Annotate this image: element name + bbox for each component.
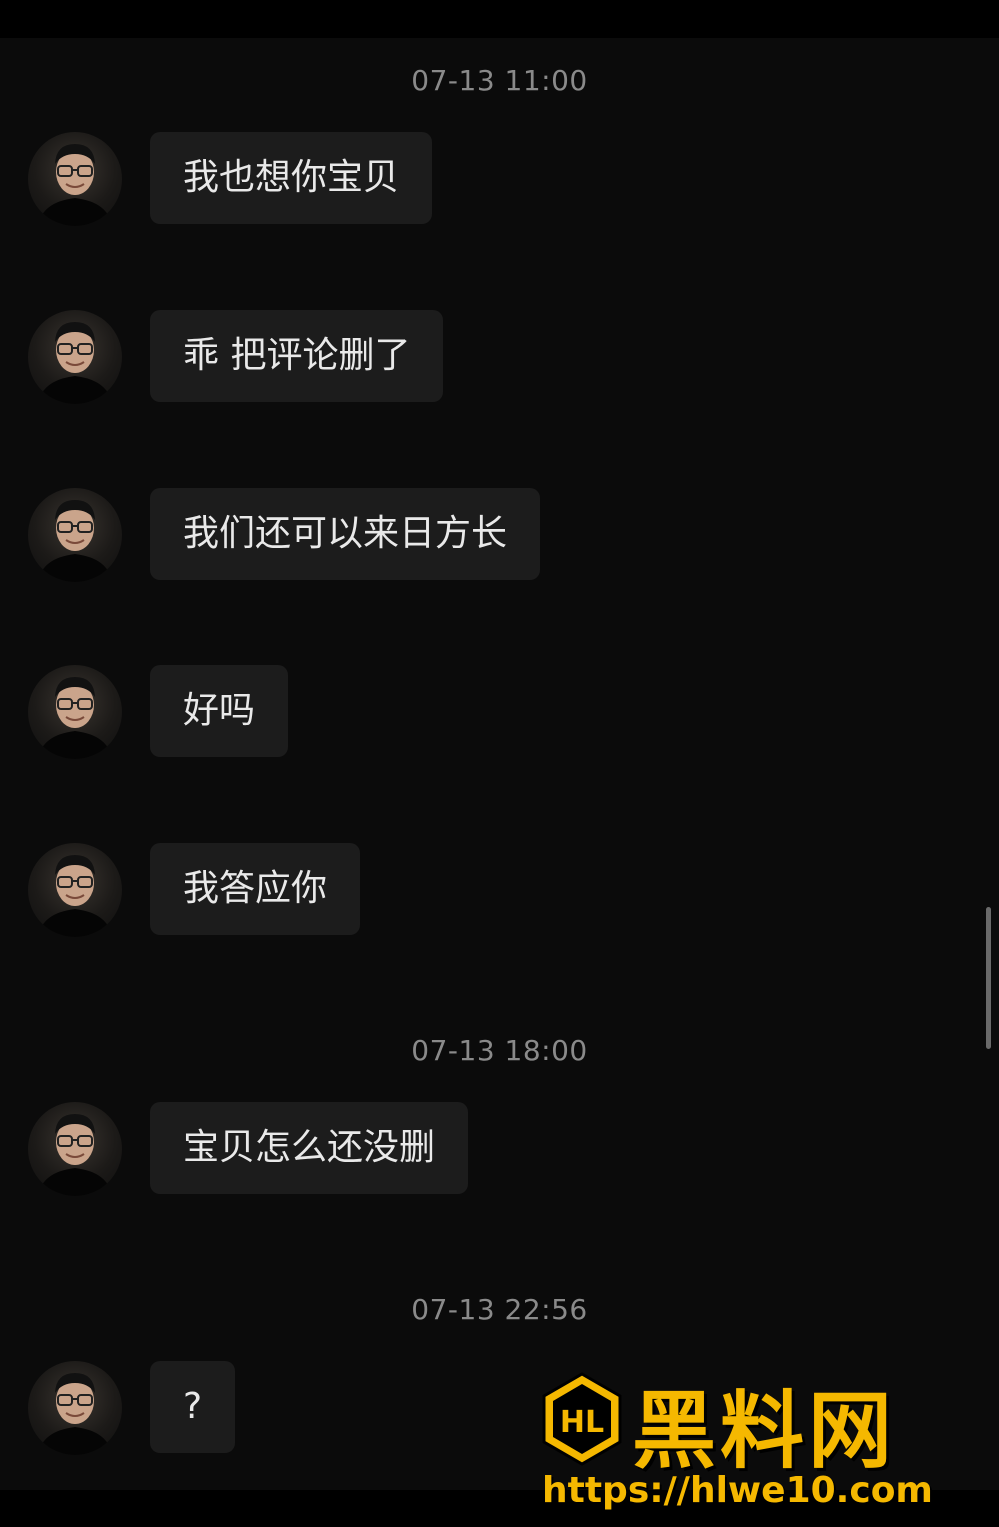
message-bubble[interactable]: 我也想你宝贝 [150, 132, 433, 224]
message-bubble[interactable]: 乖 把评论删了 [150, 310, 444, 402]
avatar-portrait-icon [38, 1373, 112, 1455]
avatar[interactable] [28, 488, 122, 582]
timestamp: 07-13 22:56 [411, 1293, 588, 1326]
svg-text:HL: HL [560, 1405, 604, 1440]
watermark-url: https://hlwe10.com [542, 1470, 933, 1511]
avatar-portrait-icon [38, 855, 112, 937]
watermark-logo-icon: HL [542, 1372, 622, 1466]
message-bubble[interactable]: 我们还可以来日方长 [150, 488, 541, 580]
chat-thread[interactable]: 07-13 11:00 我也想你宝贝 乖 把评论删了 我们还可以来日方长 好吗 … [0, 38, 999, 1490]
message-bubble[interactable]: 宝贝怎么还没删 [150, 1102, 469, 1194]
avatar[interactable] [28, 665, 122, 759]
watermark-title: 黑料网 [632, 1382, 897, 1480]
avatar-portrait-icon [38, 500, 112, 582]
timestamp: 07-13 11:00 [411, 64, 588, 97]
avatar[interactable] [28, 310, 122, 404]
avatar[interactable] [28, 1361, 122, 1455]
message-bubble[interactable]: 好吗 [150, 665, 289, 757]
avatar[interactable] [28, 132, 122, 226]
message-bubble[interactable]: ? [150, 1361, 236, 1453]
watermark: HL 黑料网 https://hlwe10.com [536, 1364, 976, 1514]
scrollbar[interactable] [986, 907, 991, 1049]
avatar-portrait-icon [38, 322, 112, 404]
avatar-portrait-icon [38, 144, 112, 226]
message-bubble[interactable]: 我答应你 [150, 843, 361, 935]
timestamp: 07-13 18:00 [411, 1034, 588, 1067]
avatar[interactable] [28, 1102, 122, 1196]
avatar-portrait-icon [38, 677, 112, 759]
avatar-portrait-icon [38, 1114, 112, 1196]
top-bar [0, 0, 999, 38]
avatar[interactable] [28, 843, 122, 937]
